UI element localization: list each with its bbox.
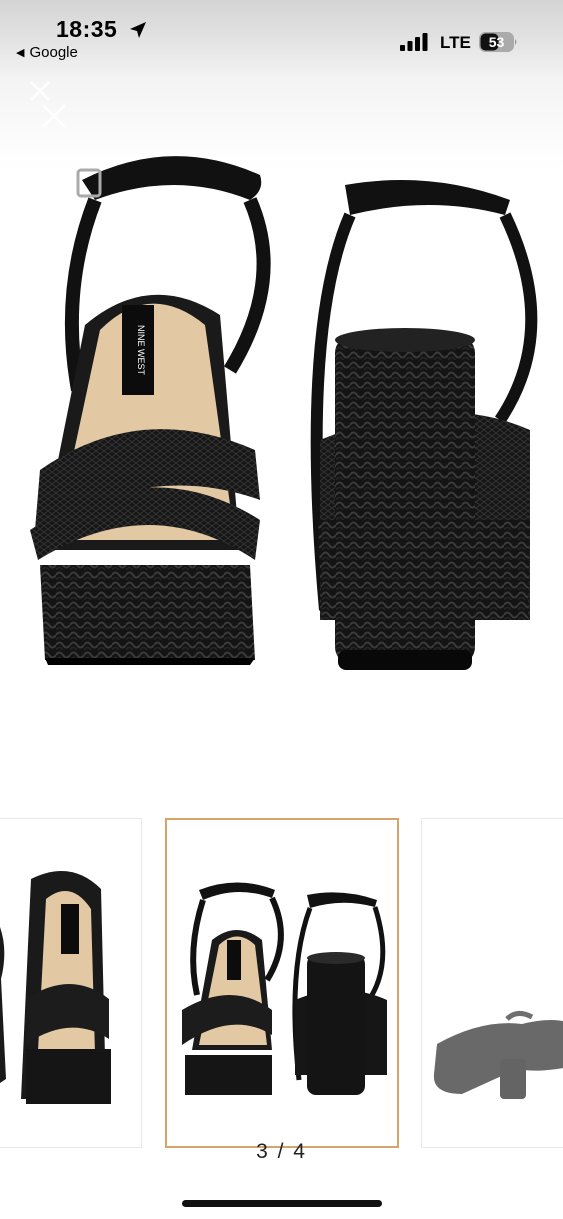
status-time: 18:35 <box>56 16 118 42</box>
location-arrow-icon <box>130 22 146 38</box>
back-triangle-icon: ◀ <box>16 47 25 59</box>
thumbnail-4[interactable] <box>421 818 563 1148</box>
back-app-label: Google <box>29 44 78 61</box>
back-to-app-link[interactable]: ◀ Google <box>16 44 78 61</box>
thumbnail-image <box>182 882 387 1095</box>
insole-brand-label: NINE WEST <box>136 325 146 376</box>
sandal-front-view: NINE WEST <box>30 156 271 665</box>
thumbnail-dim-overlay <box>422 819 563 1147</box>
image-counter: 3 / 4 <box>256 1140 307 1163</box>
battery-percent: 53 <box>488 34 505 50</box>
thumbnail-2[interactable] <box>0 818 142 1148</box>
product-main-image[interactable]: NINE WEST <box>0 130 563 770</box>
thumbnail-image <box>0 871 111 1104</box>
carrier-label: LTE <box>440 33 471 52</box>
thumbnail-3-selected[interactable] <box>165 818 399 1148</box>
sandal-back-view <box>310 180 538 670</box>
close-icon <box>30 81 66 128</box>
cellular-signal-icon <box>400 33 428 51</box>
home-indicator[interactable] <box>182 1200 382 1207</box>
close-button[interactable] <box>28 80 72 130</box>
